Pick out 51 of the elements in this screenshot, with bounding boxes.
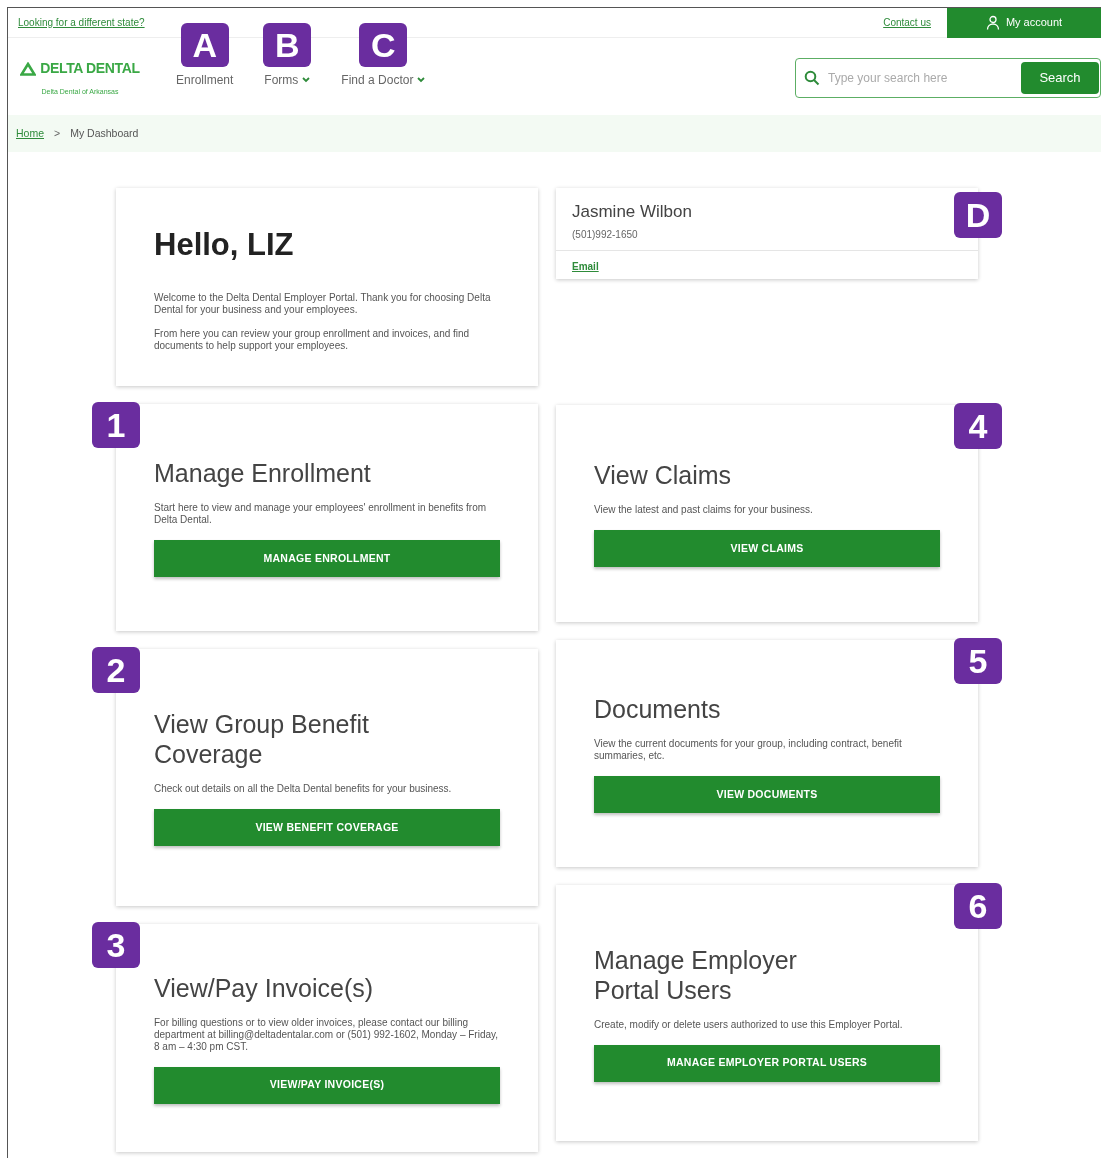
contact-name: Jasmine Wilbon (572, 201, 693, 223)
number-badge: 5 (954, 638, 1002, 684)
card-button[interactable]: VIEW/PAY INVOICE(S) (154, 1066, 500, 1104)
card-description: Start here to view and manage your employees' enrollment in benefits from Delta Dental. (154, 502, 488, 526)
email-link[interactable]: Email (556, 250, 615, 274)
chevron-down-icon (417, 77, 426, 83)
card-button[interactable]: VIEW CLAIMS (594, 530, 940, 567)
card-title: Documents (594, 694, 722, 724)
card-button[interactable]: VIEW DOCUMENTS (594, 776, 940, 813)
card-title: View/Pay Invoice(s) (154, 972, 375, 1003)
state-link[interactable]: Looking for a different state? (18, 15, 145, 30)
contact-phone: (501)992-1650 (572, 227, 639, 242)
home-link[interactable]: Home (16, 125, 44, 142)
card-title: View Claims (594, 460, 733, 490)
logo[interactable]: DELTA DENTAL (20, 58, 140, 79)
breadcrumb-separator: > (54, 125, 61, 141)
triangle-logo-icon (20, 61, 37, 76)
account-button[interactable]: My account (947, 7, 1101, 38)
number-badge: 3 (92, 922, 140, 968)
breadcrumb-current: My Dashboard (70, 125, 139, 141)
card-title: Manage Enrollment (154, 458, 372, 488)
card-title: Manage Employer Portal Users (594, 944, 798, 1005)
welcome-text: Welcome to the Delta Dental Employer Portal. Thank you for choosing Delta Dental for your business and your employees. (154, 292, 492, 317)
card-description: For billing questions or to view older invoices, please contact our billing department at billing@deltadentalar.com or (501) 992-1602, Monday – Friday, 8 am – 4:30 pm CST. (154, 1016, 500, 1053)
letter-badge: B (263, 23, 312, 67)
card-title: View Group Benefit Coverage (154, 709, 370, 769)
number-badge: 1 (92, 402, 140, 448)
chevron-down-icon (302, 77, 311, 83)
search-button[interactable]: Search (1021, 62, 1099, 94)
card-description: View the current documents for your group, including contract, benefit summaries, etc. (594, 738, 903, 762)
number-badge: 4 (954, 403, 1002, 449)
letter-badge: A (180, 23, 229, 67)
card-description: View the latest and past claims for your business. (594, 504, 814, 516)
nav-link[interactable]: Find a Doctor (341, 71, 426, 89)
search-field[interactable]: Type your search here Search (795, 58, 1101, 98)
nav-link[interactable]: Forms (264, 71, 311, 89)
number-badge: D (954, 192, 1002, 238)
number-badge: 2 (92, 647, 140, 693)
letter-badge: C (359, 23, 408, 67)
card-button[interactable]: VIEW BENEFIT COVERAGE (154, 809, 500, 846)
number-badge: 6 (954, 883, 1002, 929)
welcome-heading: Hello, LIZ (154, 225, 295, 264)
person-icon (985, 15, 1000, 30)
contact-link[interactable]: Contact us (883, 15, 931, 30)
card-description: Create, modify or delete users authorized to use this Employer Portal. (594, 1018, 904, 1031)
card-button[interactable]: MANAGE EMPLOYER PORTAL USERS (594, 1044, 940, 1082)
nav-link[interactable]: Enrollment (176, 71, 234, 89)
card-description: Check out details on all the Delta Dental benefits for your business. (154, 783, 453, 795)
card-button[interactable]: MANAGE ENROLLMENT (154, 540, 500, 577)
welcome-text: From here you can review your group enrollment and invoices, and find documents to help support your employees. (154, 328, 471, 353)
search-icon (804, 70, 820, 86)
